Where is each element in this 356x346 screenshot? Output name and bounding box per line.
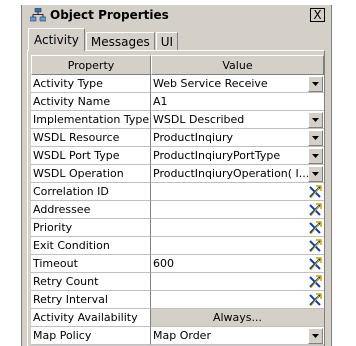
property-value: ProductInqiury <box>153 131 234 144</box>
property-value-cell[interactable]: ProductInqiury <box>151 129 324 147</box>
property-value: ProductInqiuryPortType <box>153 149 281 162</box>
object-properties-panel: Object Properties X Activity Messages UI… <box>21 5 332 346</box>
property-value: 600 <box>153 257 174 270</box>
property-name: Activity Type <box>31 75 151 93</box>
property-name: Retry Interval <box>31 291 151 309</box>
table-row: Timeout 600 <box>31 255 324 273</box>
property-value-cell[interactable]: Always... <box>151 309 324 327</box>
table-row: Addressee <box>31 201 324 219</box>
expression-editor-icon[interactable] <box>307 274 323 290</box>
expression-editor-icon[interactable] <box>307 184 323 200</box>
property-value-cell[interactable] <box>151 183 324 201</box>
property-value-cell[interactable] <box>151 237 324 255</box>
dropdown-arrow-icon[interactable] <box>308 165 323 182</box>
tab-activity[interactable]: Activity <box>28 28 85 51</box>
table-row: WSDL Port Type ProductInqiuryPortType <box>31 147 324 165</box>
close-button[interactable]: X <box>310 8 325 22</box>
property-name: WSDL Operation <box>31 165 151 183</box>
dropdown-arrow-icon[interactable] <box>308 147 323 164</box>
expression-editor-icon[interactable] <box>307 256 323 272</box>
table-row: Activity Type Web Service Receive <box>31 75 324 93</box>
grid-header: Property Value <box>31 55 324 75</box>
property-name: Retry Count <box>31 273 151 291</box>
property-value: A1 <box>153 95 168 108</box>
panel-title: Object Properties <box>50 8 169 22</box>
property-name: Activity Name <box>31 93 151 111</box>
table-row: Activity Availability Always... <box>31 309 324 327</box>
table-row: WSDL Operation ProductInqiuryOperation( I… <box>31 165 324 183</box>
property-value: ProductInqiuryOperation( I... <box>153 167 308 180</box>
activity-tab-page: Property Value Activity Type Web Service … <box>27 50 325 346</box>
property-value: Web Service Receive <box>153 77 268 90</box>
expression-editor-icon[interactable] <box>307 220 323 236</box>
property-value-cell[interactable]: A1 <box>151 93 324 111</box>
property-column-header[interactable]: Property <box>31 55 151 75</box>
property-name: Exit Condition <box>31 237 151 255</box>
tab-ui[interactable]: UI <box>155 32 179 51</box>
title-bar: Object Properties X <box>22 5 331 25</box>
table-row: WSDL Resource ProductInqiury <box>31 129 324 147</box>
property-name: Addressee <box>31 201 151 219</box>
property-name: Priority <box>31 219 151 237</box>
tab-strip: Activity Messages UI <box>28 27 179 51</box>
table-row: Map Policy Map Order <box>31 327 324 345</box>
property-value-cell[interactable]: 600 <box>151 255 324 273</box>
table-row: Activity Name A1 <box>31 93 324 111</box>
dropdown-arrow-icon[interactable] <box>308 111 323 128</box>
table-row: Retry Interval <box>31 291 324 309</box>
property-value-cell[interactable]: ProductInqiuryPortType <box>151 147 324 165</box>
expression-editor-icon[interactable] <box>307 202 323 218</box>
table-row: Exit Condition <box>31 237 324 255</box>
hierarchy-icon <box>29 7 47 22</box>
property-name: Map Policy <box>31 327 151 345</box>
property-value: Map Order <box>153 329 211 342</box>
property-name: WSDL Port Type <box>31 147 151 165</box>
property-value[interactable]: Always... <box>151 311 324 324</box>
property-value-cell[interactable] <box>151 201 324 219</box>
property-name: WSDL Resource <box>31 129 151 147</box>
property-value-cell[interactable] <box>151 219 324 237</box>
table-row: Retry Count <box>31 273 324 291</box>
property-value-cell[interactable] <box>151 273 324 291</box>
table-row: Correlation ID <box>31 183 324 201</box>
property-name: Implementation Type <box>31 111 151 129</box>
table-row: Priority <box>31 219 324 237</box>
property-value-cell[interactable]: WSDL Described <box>151 111 324 129</box>
table-row: Implementation Type WSDL Described <box>31 111 324 129</box>
property-name: Correlation ID <box>31 183 151 201</box>
grid-rows: Activity Type Web Service Receive Activity… <box>31 75 324 345</box>
dropdown-arrow-icon[interactable] <box>308 75 323 92</box>
property-name: Timeout <box>31 255 151 273</box>
property-value-cell[interactable]: Web Service Receive <box>151 75 324 93</box>
expression-editor-icon[interactable] <box>307 238 323 254</box>
property-name: Activity Availability <box>31 309 151 327</box>
property-value-cell[interactable]: ProductInqiuryOperation( I... <box>151 165 324 183</box>
expression-editor-icon[interactable] <box>307 292 323 308</box>
property-value: WSDL Described <box>153 113 245 126</box>
dropdown-arrow-icon[interactable] <box>308 129 323 146</box>
property-value-cell[interactable]: Map Order <box>151 327 324 345</box>
value-column-header[interactable]: Value <box>151 55 324 75</box>
tab-messages[interactable]: Messages <box>85 32 155 51</box>
dropdown-arrow-icon[interactable] <box>308 327 323 344</box>
property-value-cell[interactable] <box>151 291 324 309</box>
property-grid: Property Value Activity Type Web Service … <box>31 55 324 345</box>
